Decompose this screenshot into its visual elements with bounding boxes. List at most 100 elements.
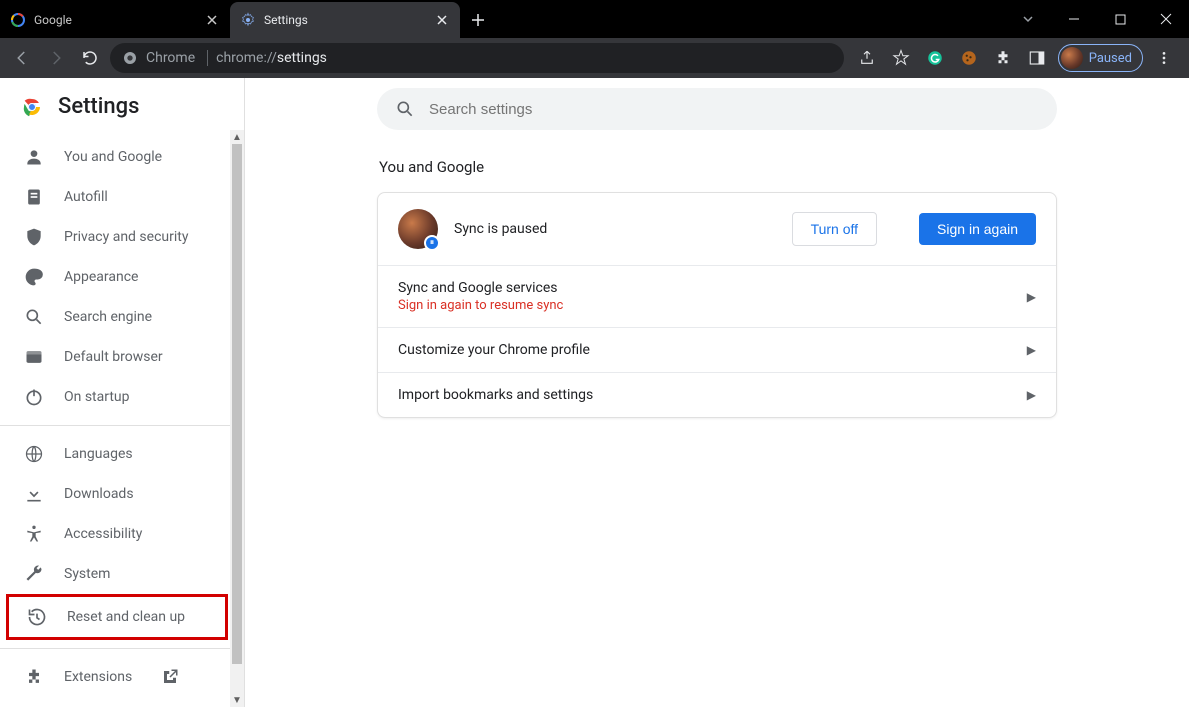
share-icon[interactable] [854, 45, 880, 71]
chrome-logo-icon [20, 95, 44, 119]
sidepanel-icon[interactable] [1024, 45, 1050, 71]
search-field[interactable] [429, 101, 1039, 118]
sidebar-item-search-engine[interactable]: Search engine [0, 297, 244, 337]
chrome-icon [122, 50, 138, 66]
sidebar-item-autofill[interactable]: Autofill [0, 177, 244, 217]
extension-grammarly-icon[interactable] [922, 45, 948, 71]
maximize-button[interactable] [1097, 0, 1143, 38]
sidebar-item-label: Default browser [64, 349, 163, 365]
sync-status: Sync is paused [454, 221, 547, 237]
google-favicon [10, 12, 26, 28]
download-icon [24, 484, 44, 504]
row-import-bookmarks[interactable]: Import bookmarks and settings ▶ [378, 372, 1056, 417]
tab-google-label: Google [34, 13, 72, 27]
sidebar-item-accessibility[interactable]: Accessibility [0, 514, 244, 554]
new-tab-button[interactable] [464, 6, 492, 34]
tab-search-button[interactable] [1005, 0, 1051, 38]
person-icon [24, 147, 44, 167]
chevron-right-icon: ▶ [1027, 290, 1036, 304]
sidebar-item-label: Reset and clean up [67, 609, 185, 625]
sidebar: Settings You and Google Autofill Privacy… [0, 78, 245, 707]
close-icon[interactable] [434, 12, 450, 28]
sign-in-button[interactable]: Sign in again [919, 213, 1036, 245]
sidebar-item-label: Appearance [64, 269, 138, 285]
url: chrome://settings [216, 50, 327, 66]
turn-off-button[interactable]: Turn off [792, 212, 877, 246]
row-sync-services[interactable]: Sync and Google services Sign in again t… [378, 265, 1056, 327]
forward-button[interactable] [42, 44, 70, 72]
sidebar-item-privacy[interactable]: Privacy and security [0, 217, 244, 257]
row-title: Sync and Google services [398, 280, 563, 296]
extension-cookie-icon[interactable] [956, 45, 982, 71]
sidebar-item-reset[interactable]: Reset and clean up [9, 597, 225, 637]
wrench-icon [24, 564, 44, 584]
minimize-button[interactable] [1051, 0, 1097, 38]
nav-group-2: Languages Downloads Accessibility System… [0, 434, 244, 640]
divider [0, 648, 244, 649]
sidebar-item-downloads[interactable]: Downloads [0, 474, 244, 514]
sidebar-item-label: Privacy and security [64, 229, 188, 245]
search-icon [24, 307, 44, 327]
search-input[interactable] [377, 88, 1057, 130]
back-button[interactable] [8, 44, 36, 72]
window-controls [1005, 0, 1189, 38]
omnibox[interactable]: Chrome chrome://settings [110, 43, 844, 73]
search-icon [395, 99, 415, 119]
extensions-icon[interactable] [990, 45, 1016, 71]
restore-icon [27, 607, 47, 627]
main: You and Google ⏸ Sync is paused Turn off… [245, 78, 1189, 707]
shield-icon [24, 227, 44, 247]
extension-icon [24, 667, 44, 687]
sidebar-item-label: Languages [64, 446, 133, 462]
profile-chip-label: Paused [1089, 51, 1132, 66]
tab-google[interactable]: Google [0, 2, 230, 38]
highlight-reset: Reset and clean up [6, 594, 228, 640]
profile-chip[interactable]: Paused [1058, 44, 1143, 72]
page-title: Settings [58, 94, 139, 119]
bookmark-icon[interactable] [888, 45, 914, 71]
scrollbar[interactable]: ▲ ▼ [230, 130, 244, 707]
row-customize-profile[interactable]: Customize your Chrome profile ▶ [378, 327, 1056, 372]
globe-icon [24, 444, 44, 464]
profile-card: ⏸ Sync is paused Turn off Sign in again … [377, 192, 1057, 418]
scroll-thumb[interactable] [232, 144, 242, 664]
sidebar-item-extensions[interactable]: Extensions [0, 657, 244, 697]
avatar [1061, 47, 1083, 69]
scroll-down-icon[interactable]: ▼ [230, 693, 244, 707]
row-title: Import bookmarks and settings [398, 387, 593, 403]
url-label: Chrome [146, 50, 208, 66]
sidebar-item-languages[interactable]: Languages [0, 434, 244, 474]
power-icon [24, 387, 44, 407]
menu-icon[interactable] [1151, 45, 1177, 71]
close-window-button[interactable] [1143, 0, 1189, 38]
reload-button[interactable] [76, 44, 104, 72]
gear-icon [240, 12, 256, 28]
external-link-icon [160, 667, 180, 687]
row-subtitle: Sign in again to resume sync [398, 298, 563, 313]
section-title: You and Google [377, 158, 1057, 176]
sidebar-item-label: You and Google [64, 149, 162, 165]
sidebar-item-label: System [64, 566, 110, 582]
tab-settings[interactable]: Settings [230, 2, 460, 38]
tab-settings-label: Settings [264, 13, 308, 27]
sidebar-item-label: Search engine [64, 309, 152, 325]
sidebar-item-default-browser[interactable]: Default browser [0, 337, 244, 377]
close-icon[interactable] [204, 12, 220, 28]
sidebar-item-system[interactable]: System [0, 554, 244, 594]
chevron-right-icon: ▶ [1027, 343, 1036, 357]
sidebar-item-appearance[interactable]: Appearance [0, 257, 244, 297]
titlebar: Google Settings [0, 0, 1189, 38]
sync-badge-icon: ⏸ [424, 235, 440, 251]
sidebar-item-on-startup[interactable]: On startup [0, 377, 244, 417]
sidebar-item-label: Autofill [64, 189, 108, 205]
sidebar-item-label: Downloads [64, 486, 134, 502]
sidebar-item-label: Accessibility [64, 526, 142, 542]
toolbar: Chrome chrome://settings Paused [0, 38, 1189, 78]
sidebar-item-label: On startup [64, 389, 130, 405]
browser-icon [24, 347, 44, 367]
palette-icon [24, 267, 44, 287]
autofill-icon [24, 187, 44, 207]
sidebar-item-you-and-google[interactable]: You and Google [0, 137, 244, 177]
row-title: Customize your Chrome profile [398, 342, 590, 358]
scroll-up-icon[interactable]: ▲ [230, 130, 244, 144]
